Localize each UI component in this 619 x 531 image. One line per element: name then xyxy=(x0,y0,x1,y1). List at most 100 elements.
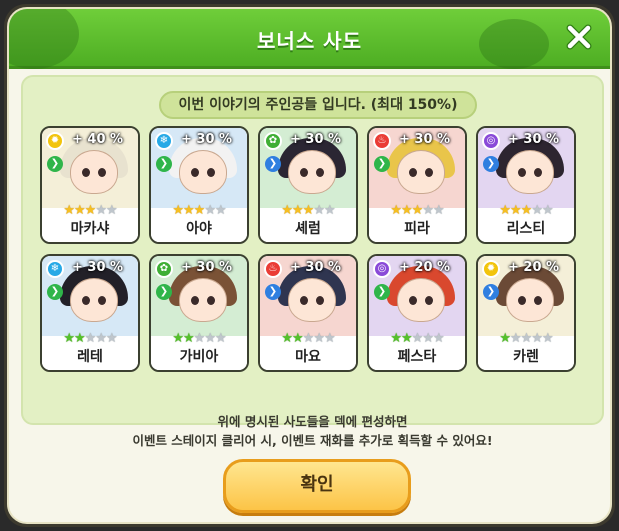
dialog-subtitle: 이번 이야기의 주인공들 입니다. (최대 150%) xyxy=(159,91,477,119)
apostle-portrait: ✿ ❯ + 30 % xyxy=(151,256,247,336)
eye xyxy=(518,296,526,305)
dark-element-icon: ◎ xyxy=(482,132,500,150)
eye xyxy=(82,168,90,177)
apostle-portrait: ◎ ❯ + 20 % xyxy=(369,256,465,336)
apostle-name: 레테 xyxy=(42,344,138,370)
apostle-face xyxy=(70,278,118,322)
fire-element-icon: ♨ xyxy=(264,260,282,278)
dialog-header: 보너스 사도 xyxy=(9,9,610,69)
eye xyxy=(300,168,308,177)
apostle-portrait: ✹ ❯ + 20 % xyxy=(478,256,574,336)
eye xyxy=(409,168,417,177)
apostle-face xyxy=(288,150,336,194)
dialog-body: 보너스 사도 이번 이야기의 주인공들 입니다. (최대 150%) ✹ ❯ + 4… xyxy=(7,7,612,524)
close-button[interactable] xyxy=(564,22,594,52)
info-text-line-2: 이벤트 스테이지 클리어 시, 이벤트 재화를 추가로 획득할 수 있어요! xyxy=(132,433,493,448)
apostle-name: 페스타 xyxy=(369,344,465,370)
apostle-card[interactable]: ✿ ❯ + 30 % ★★★★★ 셰럼 xyxy=(258,126,358,244)
apostle-portrait: ❄ ❯ + 30 % xyxy=(42,256,138,336)
bonus-percent: + 20 % xyxy=(508,260,560,275)
class-chevron-icon: ❯ xyxy=(265,284,281,300)
apostle-portrait: ◎ ❯ + 30 % xyxy=(478,128,574,208)
apostle-portrait: ♨ ❯ + 30 % xyxy=(369,128,465,208)
info-text-line-1: 위에 명시된 사도들을 덱에 편성하면 xyxy=(217,414,408,429)
apostle-name: 리스티 xyxy=(478,216,574,242)
bonus-percent: + 30 % xyxy=(181,132,233,147)
class-chevron-icon: ❯ xyxy=(483,156,499,172)
bonus-percent: + 30 % xyxy=(181,260,233,275)
apostle-card[interactable]: ✹ ❯ + 20 % ★★★★★ 카렌 xyxy=(476,254,576,372)
bonus-percent: + 30 % xyxy=(290,132,342,147)
apostle-name: 마카샤 xyxy=(42,216,138,242)
apostle-name: 마요 xyxy=(260,344,356,370)
eye xyxy=(98,296,106,305)
nature-element-icon: ✿ xyxy=(155,260,173,278)
apostle-name: 피라 xyxy=(369,216,465,242)
eye xyxy=(191,168,199,177)
apostle-portrait: ♨ ❯ + 30 % xyxy=(260,256,356,336)
eye xyxy=(207,296,215,305)
class-chevron-icon: ❯ xyxy=(156,156,172,172)
eye xyxy=(425,296,433,305)
apostle-name: 셰럼 xyxy=(260,216,356,242)
eye xyxy=(518,168,526,177)
apostle-card[interactable]: ◎ ❯ + 20 % ★★★★★ 페스타 xyxy=(367,254,467,372)
bonus-percent: + 30 % xyxy=(508,132,560,147)
class-chevron-icon: ❯ xyxy=(374,156,390,172)
apostle-name: 카렌 xyxy=(478,344,574,370)
close-icon xyxy=(566,24,592,50)
apostle-portrait: ✹ ❯ + 40 % xyxy=(42,128,138,208)
water-element-icon: ❄ xyxy=(46,260,64,278)
apostle-name: 아야 xyxy=(151,216,247,242)
eye xyxy=(534,168,542,177)
apostle-portrait: ❄ ❯ + 30 % xyxy=(151,128,247,208)
bonus-percent: + 40 % xyxy=(72,132,124,147)
eye xyxy=(82,296,90,305)
apostle-card[interactable]: ✿ ❯ + 30 % ★★★★★ 가비아 xyxy=(149,254,249,372)
confirm-button[interactable]: 확인 xyxy=(223,459,411,513)
eye xyxy=(316,168,324,177)
apostle-card[interactable]: ❄ ❯ + 30 % ★★★★★ 아야 xyxy=(149,126,249,244)
nature-element-icon: ✿ xyxy=(264,132,282,150)
apostle-face xyxy=(397,150,445,194)
apostle-face xyxy=(506,150,554,194)
bonus-percent: + 30 % xyxy=(399,132,451,147)
light-element-icon: ✹ xyxy=(46,132,64,150)
bonus-apostle-dialog: 보너스 사도 이번 이야기의 주인공들 입니다. (최대 150%) ✹ ❯ + 4… xyxy=(4,4,615,527)
apostle-face xyxy=(288,278,336,322)
apostle-face xyxy=(70,150,118,194)
eye xyxy=(534,296,542,305)
dialog-title: 보너스 사도 xyxy=(257,29,362,53)
apostle-face xyxy=(506,278,554,322)
apostle-face xyxy=(397,278,445,322)
water-element-icon: ❄ xyxy=(155,132,173,150)
eye xyxy=(191,296,199,305)
class-chevron-icon: ❯ xyxy=(47,156,63,172)
apostle-card[interactable]: ✹ ❯ + 40 % ★★★★★ 마카샤 xyxy=(40,126,140,244)
apostle-card[interactable]: ♨ ❯ + 30 % ★★★★★ 마요 xyxy=(258,254,358,372)
apostle-face xyxy=(179,278,227,322)
fire-element-icon: ♨ xyxy=(373,132,391,150)
class-chevron-icon: ❯ xyxy=(156,284,172,300)
apostle-card[interactable]: ❄ ❯ + 30 % ★★★★★ 레테 xyxy=(40,254,140,372)
apostle-face xyxy=(179,150,227,194)
class-chevron-icon: ❯ xyxy=(265,156,281,172)
class-chevron-icon: ❯ xyxy=(47,284,63,300)
eye xyxy=(316,296,324,305)
dark-element-icon: ◎ xyxy=(373,260,391,278)
eye xyxy=(207,168,215,177)
apostle-portrait: ✿ ❯ + 30 % xyxy=(260,128,356,208)
class-chevron-icon: ❯ xyxy=(374,284,390,300)
bonus-percent: + 30 % xyxy=(72,260,124,275)
bonus-percent: + 30 % xyxy=(290,260,342,275)
apostle-card[interactable]: ♨ ❯ + 30 % ★★★★★ 피라 xyxy=(367,126,467,244)
eye xyxy=(98,168,106,177)
apostle-name: 가비아 xyxy=(151,344,247,370)
eye xyxy=(300,296,308,305)
eye xyxy=(409,296,417,305)
bonus-percent: + 20 % xyxy=(399,260,451,275)
light-element-icon: ✹ xyxy=(482,260,500,278)
apostle-card[interactable]: ◎ ❯ + 30 % ★★★★★ 리스티 xyxy=(476,126,576,244)
class-chevron-icon: ❯ xyxy=(483,284,499,300)
eye xyxy=(425,168,433,177)
